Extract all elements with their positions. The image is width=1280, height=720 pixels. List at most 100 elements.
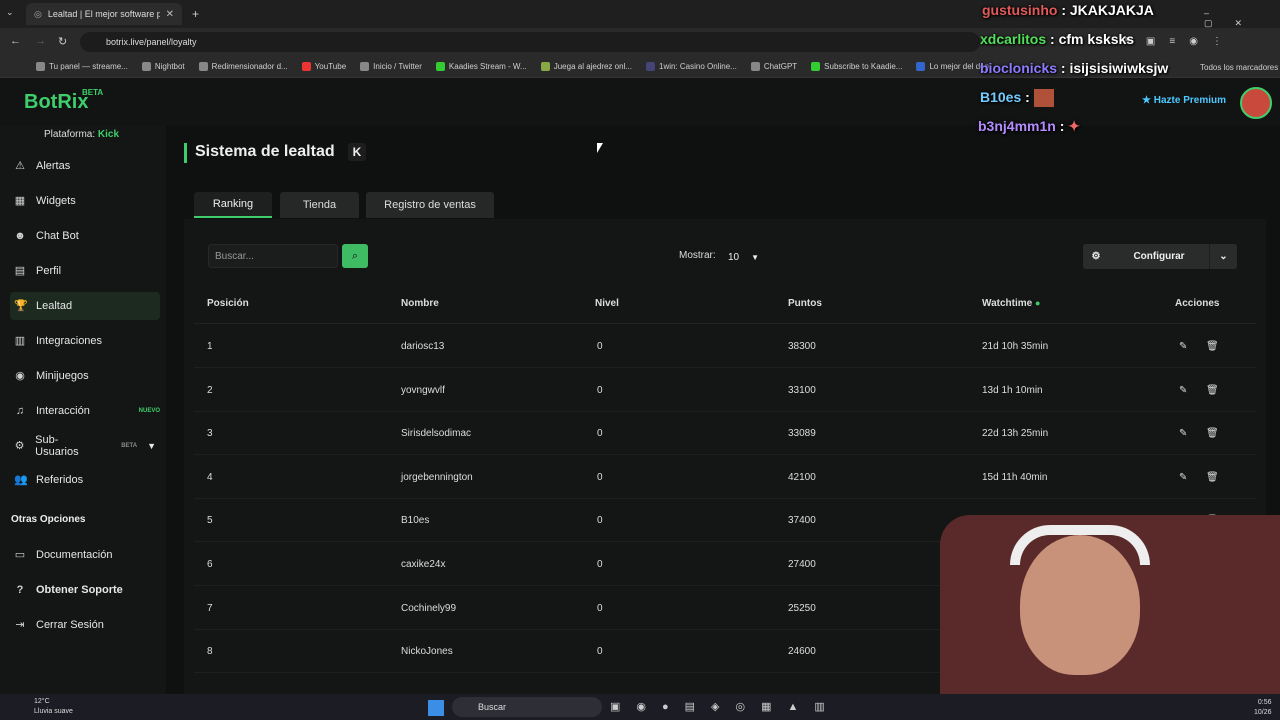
table-row: 3 Sirisdelsodimac 0 33089 22d 13h 25min ✎ 🗑 [194,411,1256,456]
forward-icon[interactable]: → [35,35,46,47]
sidebar-item-subusuarios[interactable]: ⚙ Sub-Usuarios BETA ▼ [10,432,160,460]
close-tab-icon[interactable]: ✕ [166,9,174,20]
chevron-down-icon[interactable]: ▼ [147,441,156,451]
bookmark-item[interactable]: Redimensionador d... [198,62,288,71]
all-bookmarks[interactable]: Todos los marcadores [1200,63,1278,72]
sidebar-item-lealtad[interactable]: 🏆 Lealtad [10,292,160,320]
cell-name: Cochinely99 [401,602,457,614]
sidebar-item-chatbot[interactable]: ☻ Chat Bot [10,222,160,250]
tab-ranking[interactable]: Ranking [194,192,272,218]
edit-icon[interactable]: ✎ [1179,341,1187,352]
col-header-puntos[interactable]: Puntos [788,298,822,309]
cell-watchtime: 13d 1h 10min [982,384,1043,396]
cell-name: NickoJones [401,646,453,658]
sidebar-item-interaccion[interactable]: ♫ Interacción NUEVO [10,397,160,425]
back-icon[interactable]: ← [10,35,21,47]
sidebar-item-integraciones[interactable]: ▥ Integraciones [10,327,160,355]
users-icon: 👥 [14,474,28,486]
col-header-watchtime[interactable]: Watchtime ● [982,298,1040,309]
table-row: 4 jorgebennington 0 42100 15d 11h 40min ✎ 🗑 [194,455,1256,499]
bookmark-item[interactable]: Juega al ajedrez onl... [540,62,632,71]
windows-start-icon[interactable] [428,700,444,716]
chevron-down-icon: ▼ [751,252,760,262]
bookmark-item[interactable]: Tu panel — streame... [36,62,128,71]
col-header-nivel[interactable]: Nivel [595,298,619,309]
chat-message: xdcarlitos : cfm ksksks [980,31,1135,47]
platform-value: Kick [97,129,120,140]
cell-level: 0 [597,384,603,396]
configure-button[interactable]: ⚙ Configurar ⌄ [1083,244,1237,269]
sidebar-item-documentacion[interactable]: ▭ Documentación [10,541,160,569]
bookmark-item[interactable]: ChatGPT [750,62,797,71]
delete-icon[interactable]: 🗑 [1206,472,1219,483]
window-controls[interactable]: –▢✕ [1204,8,1280,29]
bookmark-item[interactable]: Inicio / Twitter [360,62,422,71]
premium-button[interactable]: ★ Hazte Premium [1142,95,1226,106]
search-button[interactable]: ⌕ [342,244,368,268]
bookmark-item[interactable]: YouTube [301,62,346,71]
weather-widget[interactable]: 12°C Lluvia suave [34,697,73,717]
tab-tienda[interactable]: Tienda [280,192,359,218]
delete-icon[interactable]: 🗑 [1206,341,1219,352]
cell-name: Sirisdelsodimac [401,428,472,440]
reload-icon[interactable]: ↻ [58,35,67,48]
address-bar[interactable]: botrix.live/panel/loyalty [80,32,980,52]
sidebar-item-cerrar-sesion[interactable]: ⇥ Cerrar Sesión [10,611,160,639]
delete-icon[interactable]: 🗑 [1206,428,1219,439]
taskbar-search[interactable]: Buscar [452,697,602,717]
system-clock[interactable]: 0:56 10/26 [1254,698,1272,718]
sidebar-item-alertas[interactable]: ⚠ Alertas [10,152,160,180]
sidebar-item-referidos[interactable]: 👥 Referidos [10,466,160,494]
sidebar-item-perfil[interactable]: ▤ Perfil [10,257,160,285]
new-tab-button[interactable]: + [192,7,199,21]
search-icon: ⌕ [351,249,359,262]
botrix-logo[interactable]: BotRix [24,91,88,114]
logout-icon: ⇥ [15,619,25,631]
bookmark-item[interactable]: Kaadies Stream - W... [435,62,527,71]
cell-level: 0 [597,646,603,658]
col-header-nombre[interactable]: Nombre [401,298,439,309]
cell-points: 25250 [788,602,816,614]
delete-icon[interactable]: 🗑 [1206,385,1219,396]
table-row: 2 yovngwvlf 0 33100 13d 1h 10min ✎ 🗑 [194,368,1256,412]
help-icon: ? [16,584,24,596]
browser-tab[interactable]: ◎ Lealtad | El mejor software para ✕ [26,3,182,25]
show-label: Mostrar: [679,250,716,261]
bookmark-item[interactable]: 1win: Casino Online... [646,62,737,71]
cell-points: 33100 [788,384,816,396]
cell-points: 37400 [788,515,816,527]
edit-icon[interactable]: ✎ [1179,385,1187,396]
cell-level: 0 [597,559,603,570]
tab-registro-ventas[interactable]: Registro de ventas [366,192,494,218]
cell-name: dariosc13 [401,341,445,352]
cell-points: 33089 [788,428,816,440]
bookmark-item[interactable]: Nightbot [141,62,185,71]
col-header-posicion[interactable]: Posición [207,298,249,309]
chat-message: b3nj4mm1n : ✦ [978,118,1080,134]
sidebar-item-soporte[interactable]: ? Obtener Soporte [10,576,160,604]
chevron-down-icon[interactable]: ⌄ [1209,244,1237,269]
user-avatar[interactable] [1240,87,1272,119]
search-input[interactable]: Buscar... [208,244,338,268]
webcam-overlay [940,515,1280,720]
page-size-select[interactable]: 10 ▼ [722,246,772,268]
tab-list-button[interactable]: ⌄ [6,7,20,21]
chat-message: gustusinho : JKAKJAKJA [982,2,1154,18]
edit-icon[interactable]: ✎ [1179,472,1187,483]
book-icon: ▭ [14,549,26,561]
url-text: botrix.live/panel/loyalty [106,37,197,47]
cell-level: 0 [597,602,603,614]
bookmark-item[interactable]: Subscribe to Kaadie... [811,62,902,71]
sidebar-item-widgets[interactable]: ▦ Widgets [10,187,160,215]
cell-points: 42100 [788,471,816,483]
gears-icon: ⚙ [1091,251,1101,262]
beta-badge: BETA [121,443,138,449]
taskbar-apps[interactable]: ▣◉●▤◈◎▦▲▥ [610,700,841,713]
info-icon: ● [1034,298,1041,308]
users-cog-icon: ⚙ [14,440,25,452]
sidebar-item-minijuegos[interactable]: ◉ Minijuegos [10,362,160,390]
edit-icon[interactable]: ✎ [1179,428,1187,439]
bookmark-item[interactable]: Lo mejor del dep [916,62,989,71]
cell-pos: 2 [207,384,213,396]
profile-card-icon: ▤ [14,265,26,277]
